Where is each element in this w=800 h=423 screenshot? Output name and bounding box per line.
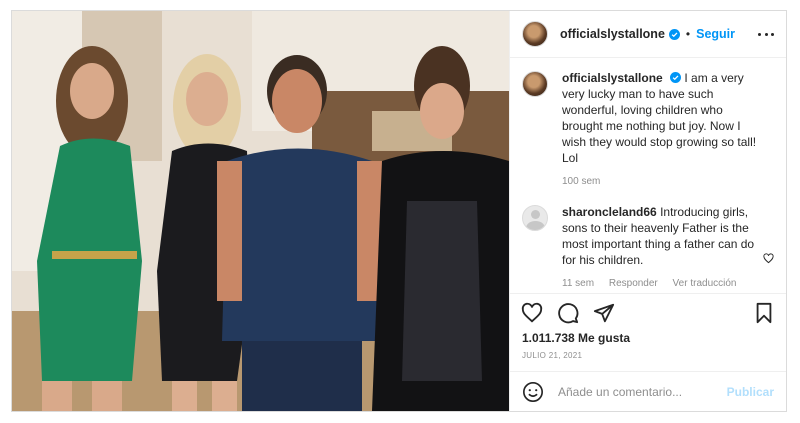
add-comment-bar: Añade un comentario... Publicar (510, 371, 786, 411)
comments-list[interactable]: officialslystallone I am a very very luc… (510, 58, 786, 293)
likes-count[interactable]: 1.011.738 Me gusta (510, 331, 786, 347)
comment-item: sharoncleland66 Introducing girls, sons … (522, 204, 774, 292)
comment-age: 11 sem (562, 278, 595, 289)
reply-button[interactable]: Responder (609, 278, 658, 289)
verified-badge-icon (668, 28, 680, 40)
comment-input[interactable]: Añade un comentario... (558, 385, 682, 399)
more-options-icon[interactable] (758, 26, 774, 42)
comment-username[interactable]: sharoncleland66 (562, 205, 657, 219)
commenter-avatar[interactable] (522, 205, 548, 231)
post-actions (510, 293, 786, 331)
like-heart-icon[interactable] (520, 301, 544, 325)
post-photo[interactable] (12, 11, 509, 411)
comment-bubble-icon[interactable] (556, 301, 580, 325)
post-header: officialslystallone • Seguir (510, 11, 786, 58)
comment-like-heart-icon[interactable] (763, 253, 774, 264)
save-bookmark-icon[interactable] (752, 301, 776, 325)
caption: officialslystallone I am a very very luc… (522, 70, 774, 190)
follow-button[interactable]: Seguir (696, 27, 735, 41)
emoji-smile-icon[interactable] (522, 381, 544, 403)
verified-badge-icon (670, 72, 682, 83)
instagram-post: officialslystallone • Seguir officialsly… (11, 10, 787, 412)
author-avatar[interactable] (522, 21, 548, 47)
caption-age: 100 sem (562, 176, 601, 187)
caption-text: I am a very very lucky man to have such … (562, 71, 757, 165)
caption-username[interactable]: officialslystallone (562, 71, 663, 85)
post-side-panel: officialslystallone • Seguir officialsly… (509, 11, 786, 411)
family-photo-image (12, 11, 509, 411)
post-date: JULIO 21, 2021 (522, 351, 583, 360)
translate-button[interactable]: Ver traducción (673, 278, 737, 289)
separator-dot: • (685, 27, 691, 41)
author-username[interactable]: officialslystallone (560, 27, 665, 41)
publish-button[interactable]: Publicar (727, 385, 774, 399)
share-paper-plane-icon[interactable] (592, 301, 616, 325)
author-avatar-small[interactable] (522, 71, 548, 97)
